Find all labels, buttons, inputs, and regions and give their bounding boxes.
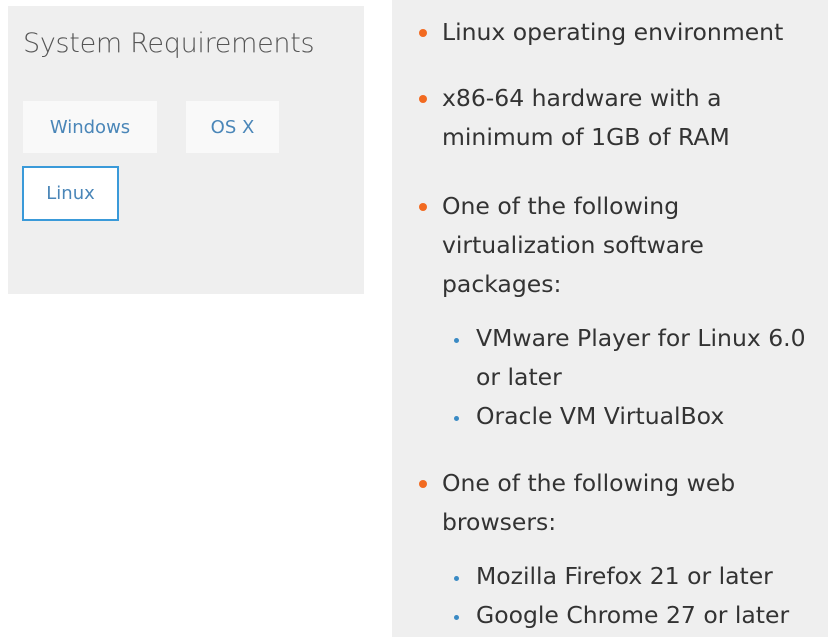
requirement-line: Linux operating environment <box>442 18 784 46</box>
requirement-line: One of the following <box>442 192 680 220</box>
linux-requirements-list: Linux operating environment x86-64 hardw… <box>392 0 828 637</box>
requirement-line: packages: <box>442 270 562 298</box>
sub-bullet <box>454 416 459 421</box>
list-bullet <box>419 480 427 488</box>
subrequirement-line: VMware Player for Linux 6.0 <box>476 324 806 352</box>
list-bullet <box>419 203 427 211</box>
requirement-line: browsers: <box>442 508 557 536</box>
system-requirements-panel: System Requirements Windows OS X Linux <box>8 6 364 294</box>
sub-bullet <box>454 338 459 343</box>
list-bullet <box>419 95 427 103</box>
sub-bullet <box>454 615 459 620</box>
requirement-line: One of the following web <box>442 469 736 497</box>
tab-windows[interactable]: Windows <box>23 101 157 153</box>
tab-linux[interactable]: Linux <box>22 166 119 221</box>
list-bullet <box>419 29 427 37</box>
tab-osx[interactable]: OS X <box>186 101 279 153</box>
subrequirement-line: Google Chrome 27 or later <box>476 601 790 629</box>
subrequirement-line: or later <box>476 363 562 391</box>
subrequirement-line: Oracle VM VirtualBox <box>476 402 725 430</box>
sub-bullet <box>454 576 459 581</box>
requirement-line: virtualization software <box>442 231 704 259</box>
requirement-line: x86-64 hardware with a <box>442 84 722 112</box>
subrequirement-line: Mozilla Firefox 21 or later <box>476 562 773 590</box>
requirement-line: minimum of 1GB of RAM <box>442 123 730 151</box>
panel-title: System Requirements <box>23 28 315 59</box>
